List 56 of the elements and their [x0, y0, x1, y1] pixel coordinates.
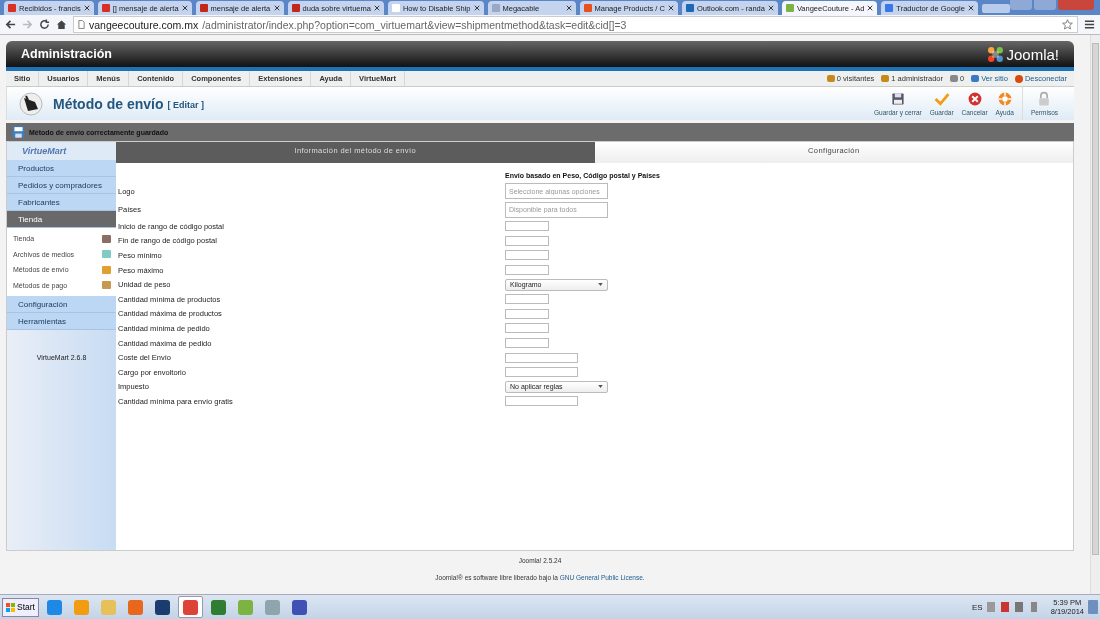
input-field[interactable]	[505, 338, 549, 349]
edit-label: [ Editar ]	[167, 100, 204, 110]
scrollbar[interactable]	[1090, 35, 1100, 594]
sidebar-item[interactable]: Fabricantes	[7, 194, 116, 211]
page-title: Método de envío	[53, 95, 164, 112]
virtuemart-logo: VirtueMart	[7, 142, 116, 160]
close-icon[interactable]	[473, 5, 480, 11]
status-icon	[950, 75, 959, 82]
input-field[interactable]	[505, 235, 549, 246]
close-icon[interactable]	[867, 5, 874, 11]
close-icon[interactable]	[565, 5, 572, 11]
forward-icon[interactable]	[22, 19, 33, 30]
start-button[interactable]: Start	[2, 597, 39, 617]
sidebar-item[interactable]: Tienda	[7, 211, 116, 228]
close-icon[interactable]	[667, 5, 674, 11]
reload-icon[interactable]	[39, 19, 50, 30]
sidebar-item[interactable]: Herramientas	[7, 313, 116, 330]
home-icon[interactable]	[56, 19, 67, 30]
new-tab-button[interactable]	[981, 4, 1010, 13]
input-field[interactable]	[505, 367, 578, 378]
admin-title: Administración	[21, 47, 112, 61]
address-field[interactable]: vangeecouture.com.mx /administrator/index.php?option=com_virtuemart&view=shipmentmethod&task=edit&cid[]=3	[73, 16, 1078, 33]
taskbar-app-icon[interactable]	[177, 596, 203, 618]
ship-icon	[19, 91, 43, 116]
status-icon	[1014, 74, 1023, 83]
input-field[interactable]	[505, 294, 549, 305]
lifebuoy-icon	[996, 91, 1013, 107]
page-icon	[78, 20, 85, 29]
close-icon[interactable]	[767, 5, 774, 11]
input-field[interactable]	[505, 265, 549, 276]
language-indicator[interactable]: ES	[971, 602, 983, 612]
input-field[interactable]	[505, 308, 549, 319]
sidebar-item[interactable]: Pedidos y compradores	[7, 177, 116, 194]
input-field[interactable]	[505, 396, 578, 407]
input-field[interactable]	[505, 323, 549, 334]
close-icon[interactable]	[181, 5, 188, 11]
back-icon[interactable]	[5, 19, 16, 30]
caret-icon	[598, 283, 603, 287]
input-field[interactable]	[505, 250, 549, 261]
close-icon[interactable]	[967, 5, 974, 11]
bookmark-star-icon[interactable]	[1062, 19, 1073, 30]
status-icon	[826, 75, 835, 82]
close-icon[interactable]	[373, 5, 380, 11]
checkmark-icon	[933, 91, 950, 107]
joomla-logo: Joomla!	[987, 45, 1059, 63]
sidebar-item[interactable]: Productos	[7, 160, 116, 177]
status-icon	[971, 75, 980, 82]
sidebar-item[interactable]: Configuración	[7, 296, 116, 313]
windows-logo-icon	[6, 602, 15, 612]
caret-icon	[598, 385, 603, 389]
input-field[interactable]	[505, 221, 549, 232]
status-icon	[881, 75, 890, 82]
close-icon[interactable]	[83, 5, 90, 11]
input-field[interactable]	[505, 352, 578, 363]
close-icon[interactable]	[273, 5, 280, 11]
cancel-icon	[966, 91, 983, 107]
